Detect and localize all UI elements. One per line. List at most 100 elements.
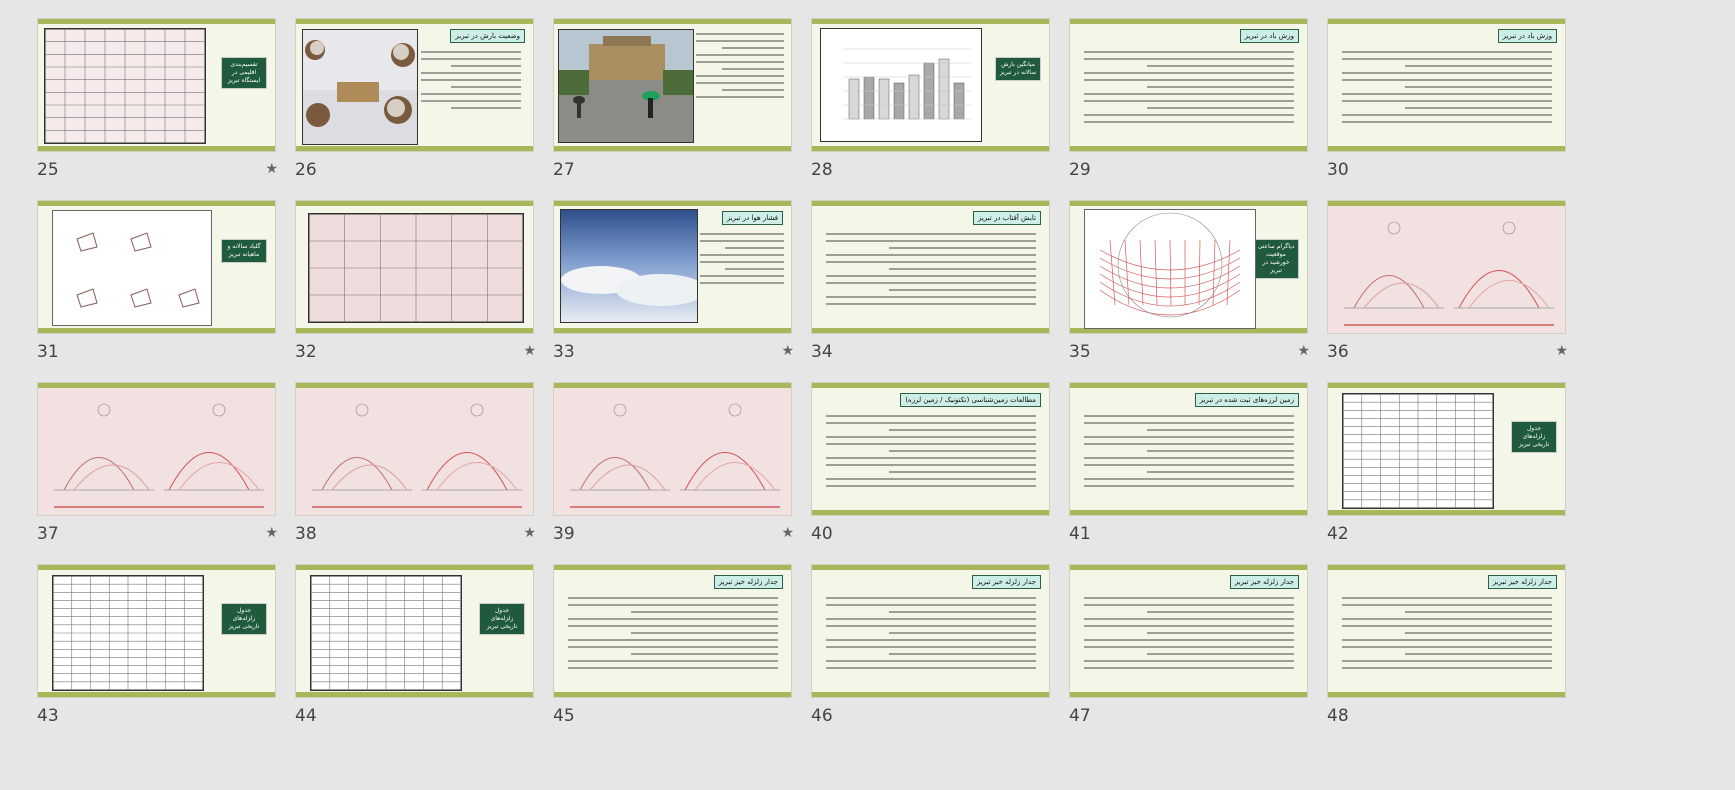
star-icon[interactable]: ★ [1297, 343, 1310, 359]
slide-bottom-bar [38, 328, 275, 333]
slide-bottom-bar [296, 692, 533, 697]
slide-number: 35 [1069, 342, 1091, 362]
slide-top-bar [554, 201, 791, 206]
slide-thumbnail[interactable]: دیاگرام ساعتی موقعیت خورشید در تبریز [1069, 200, 1308, 334]
slide-top-bar [38, 201, 275, 206]
slide-top-bar [1328, 19, 1565, 24]
slide-number: 25 [37, 160, 59, 180]
slide-thumbnail[interactable]: گلباد سالانه و ماهیانه تبریز [37, 200, 276, 334]
slide-thumbnail[interactable]: تقسیم‌بندی اقلیمی در ایستگاه تبریز [37, 18, 276, 152]
slide-thumbnail[interactable]: جدار زلزله خیز تبریز [811, 564, 1050, 698]
slide-thumbnail[interactable]: جدول زلزله‌های تاریخی تبریز [37, 564, 276, 698]
slide-top-bar [296, 19, 533, 24]
slide-thumbnail[interactable]: تابش آفتاب در تبریز [811, 200, 1050, 334]
slide-thumbnail[interactable]: جدار زلزله خیز تبریز [1069, 564, 1308, 698]
slide-cell: وزش باد در تبریز 29 [1069, 18, 1310, 204]
slide-top-bar [1328, 201, 1565, 206]
slide-thumbnail[interactable] [295, 382, 534, 516]
slide-top-bar [38, 565, 275, 570]
slide-title: فشار هوا در تبریز [721, 211, 783, 225]
slide-number: 37 [37, 524, 59, 544]
slide-number: 47 [1069, 706, 1091, 726]
slide-thumbnail[interactable]: وزش باد در تبریز [1069, 18, 1308, 152]
slide-number: 31 [37, 342, 59, 362]
slide-bottom-bar [296, 146, 533, 151]
slide-thumbnail[interactable]: میانگین بارش سالانه در تبریز [811, 18, 1050, 152]
slide-label: جدول زلزله‌های تاریخی تبریز [1511, 421, 1557, 453]
slide-title: جدار زلزله خیز تبریز [971, 575, 1041, 589]
slide-bottom-bar [38, 146, 275, 151]
slide-cell: وضعیت بارش در تبریز 26 [295, 18, 536, 204]
slide-thumbnail[interactable]: وزش باد در تبریز [1327, 18, 1566, 152]
slide-title: وضعیت بارش در تبریز [450, 29, 525, 43]
slide-cell: وزش باد در تبریز 30 [1327, 18, 1568, 204]
star-icon[interactable]: ★ [781, 343, 794, 359]
slide-cell: تقسیم‌بندی اقلیمی در ایستگاه تبریز 25 ★ [37, 18, 278, 204]
slide-cell: 37 ★ [37, 382, 278, 568]
slide-number: 28 [811, 160, 833, 180]
slide-thumbnail[interactable]: جدول زلزله‌های تاریخی تبریز [1327, 382, 1566, 516]
slide-title: جدار زلزله خیز تبریز [713, 575, 783, 589]
slide-cell: جدول زلزله‌های تاریخی تبریز 42 [1327, 382, 1568, 568]
star-icon[interactable]: ★ [265, 161, 278, 177]
slide-thumbnail[interactable]: جدار زلزله خیز تبریز [1327, 564, 1566, 698]
slide-thumbnail[interactable] [37, 382, 276, 516]
slide-number: 34 [811, 342, 833, 362]
star-icon[interactable]: ★ [1555, 343, 1568, 359]
slide-label: میانگین بارش سالانه در تبریز [995, 57, 1041, 81]
slide-top-bar [812, 19, 1049, 24]
slide-cell: 27 [553, 18, 794, 204]
slide-cell: جدار زلزله خیز تبریز 46 [811, 564, 1052, 750]
slide-thumbnail[interactable] [295, 200, 534, 334]
slide-bottom-bar [554, 328, 791, 333]
slide-cell: جدار زلزله خیز تبریز 45 [553, 564, 794, 750]
slide-bottom-bar [1070, 510, 1307, 515]
slide-cell: دیاگرام ساعتی موقعیت خورشید در تبریز 35 ★ [1069, 200, 1310, 386]
slide-thumbnail[interactable]: جدول زلزله‌های تاریخی تبریز [295, 564, 534, 698]
slide-cell: میانگین بارش سالانه در تبریز 28 [811, 18, 1052, 204]
slide-top-bar [812, 201, 1049, 206]
star-icon[interactable]: ★ [265, 525, 278, 541]
slide-number: 44 [295, 706, 317, 726]
slide-bottom-bar [554, 146, 791, 151]
star-icon[interactable]: ★ [523, 525, 536, 541]
slide-thumbnail[interactable] [1327, 200, 1566, 334]
slide-top-bar [554, 383, 791, 388]
slide-cell: 36 ★ [1327, 200, 1568, 386]
slide-top-bar [1070, 201, 1307, 206]
slide-thumbnail[interactable] [553, 382, 792, 516]
slide-thumbnail[interactable]: مطالعات زمین‌شناسی (تکتونیک / زمین لرزه) [811, 382, 1050, 516]
slide-cell: جدول زلزله‌های تاریخی تبریز 44 [295, 564, 536, 750]
slide-title: زمین لرزه‌های ثبت شده در تبریز [1194, 393, 1299, 407]
star-icon[interactable]: ★ [781, 525, 794, 541]
slide-number: 48 [1327, 706, 1349, 726]
star-icon[interactable]: ★ [523, 343, 536, 359]
slide-bottom-bar [1070, 692, 1307, 697]
slide-label: جدول زلزله‌های تاریخی تبریز [479, 603, 525, 635]
slide-number: 33 [553, 342, 575, 362]
slide-number: 26 [295, 160, 317, 180]
slide-title: جدار زلزله خیز تبریز [1487, 575, 1557, 589]
slide-top-bar [38, 383, 275, 388]
slide-thumbnail[interactable]: فشار هوا در تبریز [553, 200, 792, 334]
slide-cell: مطالعات زمین‌شناسی (تکتونیک / زمین لرزه)… [811, 382, 1052, 568]
slide-top-bar [812, 565, 1049, 570]
slide-thumbnail[interactable]: زمین لرزه‌های ثبت شده در تبریز [1069, 382, 1308, 516]
slide-top-bar [554, 565, 791, 570]
slide-number: 39 [553, 524, 575, 544]
slide-title: مطالعات زمین‌شناسی (تکتونیک / زمین لرزه) [900, 393, 1041, 407]
slide-top-bar [296, 565, 533, 570]
slide-title: وزش باد در تبریز [1239, 29, 1299, 43]
slide-thumbnail[interactable]: وضعیت بارش در تبریز [295, 18, 534, 152]
slide-bottom-bar [1328, 146, 1565, 151]
slide-bottom-bar [38, 692, 275, 697]
slide-number: 36 [1327, 342, 1349, 362]
slide-thumbnail[interactable] [553, 18, 792, 152]
slide-top-bar [1070, 383, 1307, 388]
slide-number: 38 [295, 524, 317, 544]
slide-top-bar [812, 383, 1049, 388]
slide-label: دیاگرام ساعتی موقعیت خورشید در تبریز [1253, 239, 1299, 279]
slide-thumbnail[interactable]: جدار زلزله خیز تبریز [553, 564, 792, 698]
slide-bottom-bar [812, 146, 1049, 151]
slide-top-bar [1070, 565, 1307, 570]
